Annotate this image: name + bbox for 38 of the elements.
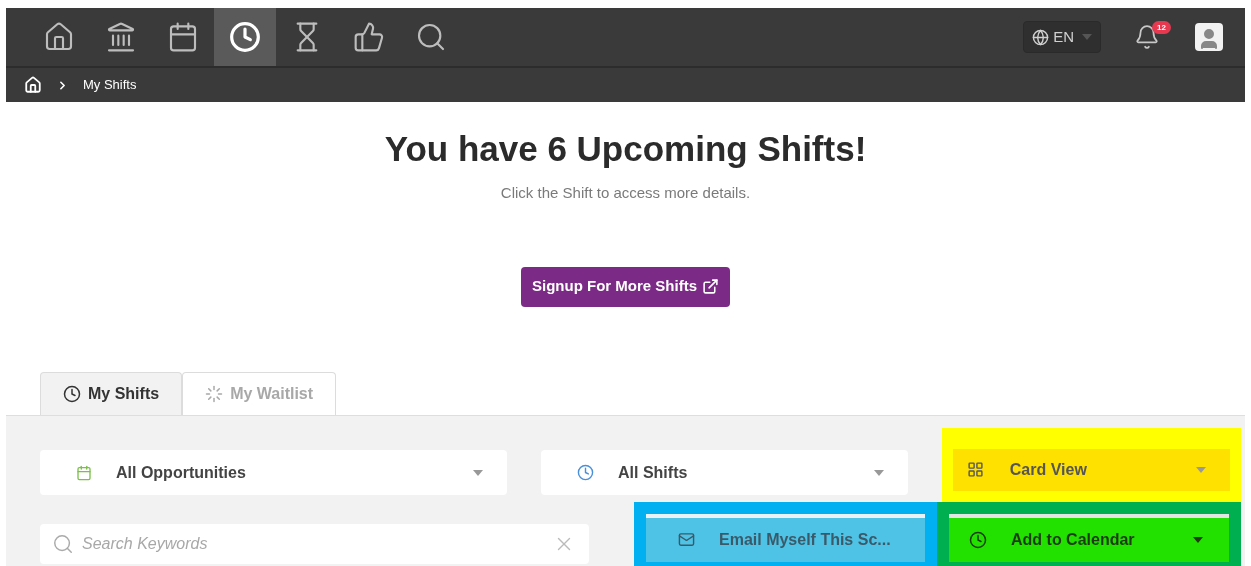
dropdown-caret-icon [1196, 466, 1206, 473]
breadcrumb-link[interactable]: My Shifts [83, 75, 137, 95]
notification-badge: 12 [1152, 21, 1171, 34]
grid-icon [966, 461, 984, 478]
add-to-calendar-button[interactable]: Add to Calendar [949, 513, 1229, 562]
tab[interactable]: My Shifts [40, 371, 183, 415]
home-icon[interactable] [24, 76, 42, 94]
clock-icon [577, 464, 594, 481]
calendar-icon [167, 21, 199, 53]
search-icon [52, 532, 74, 555]
calendar-icon [76, 464, 92, 481]
home-icon [43, 21, 75, 53]
globe-icon [1032, 28, 1050, 46]
filter-dropdown[interactable]: All Opportunities [40, 450, 507, 495]
search-field[interactable]: Search Keywords [40, 523, 589, 564]
external-link-icon [702, 278, 719, 295]
dropdown-caret-icon [473, 469, 483, 476]
search-input[interactable]: Search Keywords [82, 523, 545, 564]
clock-icon [63, 384, 81, 403]
mail-icon [678, 531, 695, 548]
nav-tab[interactable] [214, 8, 276, 66]
view-dropdown[interactable]: Card View [952, 448, 1230, 491]
page-heading: You have 6 Upcoming Shifts! [384, 128, 867, 170]
thumbs-up-icon [353, 21, 385, 53]
filter-dropdown[interactable]: All Shifts [541, 450, 908, 495]
page-subtitle: Click the Shift to access more details. [500, 183, 751, 203]
dropdown-caret-icon [1193, 536, 1203, 543]
clock-icon [969, 530, 987, 549]
dropdown-caret-icon [1082, 34, 1092, 40]
language-select[interactable]: EN [1023, 21, 1101, 53]
bank-icon [105, 21, 137, 53]
user-avatar[interactable] [1195, 23, 1223, 51]
clock-icon [229, 21, 261, 53]
spinner-icon [205, 384, 224, 403]
email-button[interactable]: Email Myself This Sc... [646, 513, 925, 562]
search-icon [415, 21, 447, 53]
signup-button[interactable]: Signup For More Shifts [521, 266, 730, 307]
dropdown-caret-icon [873, 469, 884, 476]
